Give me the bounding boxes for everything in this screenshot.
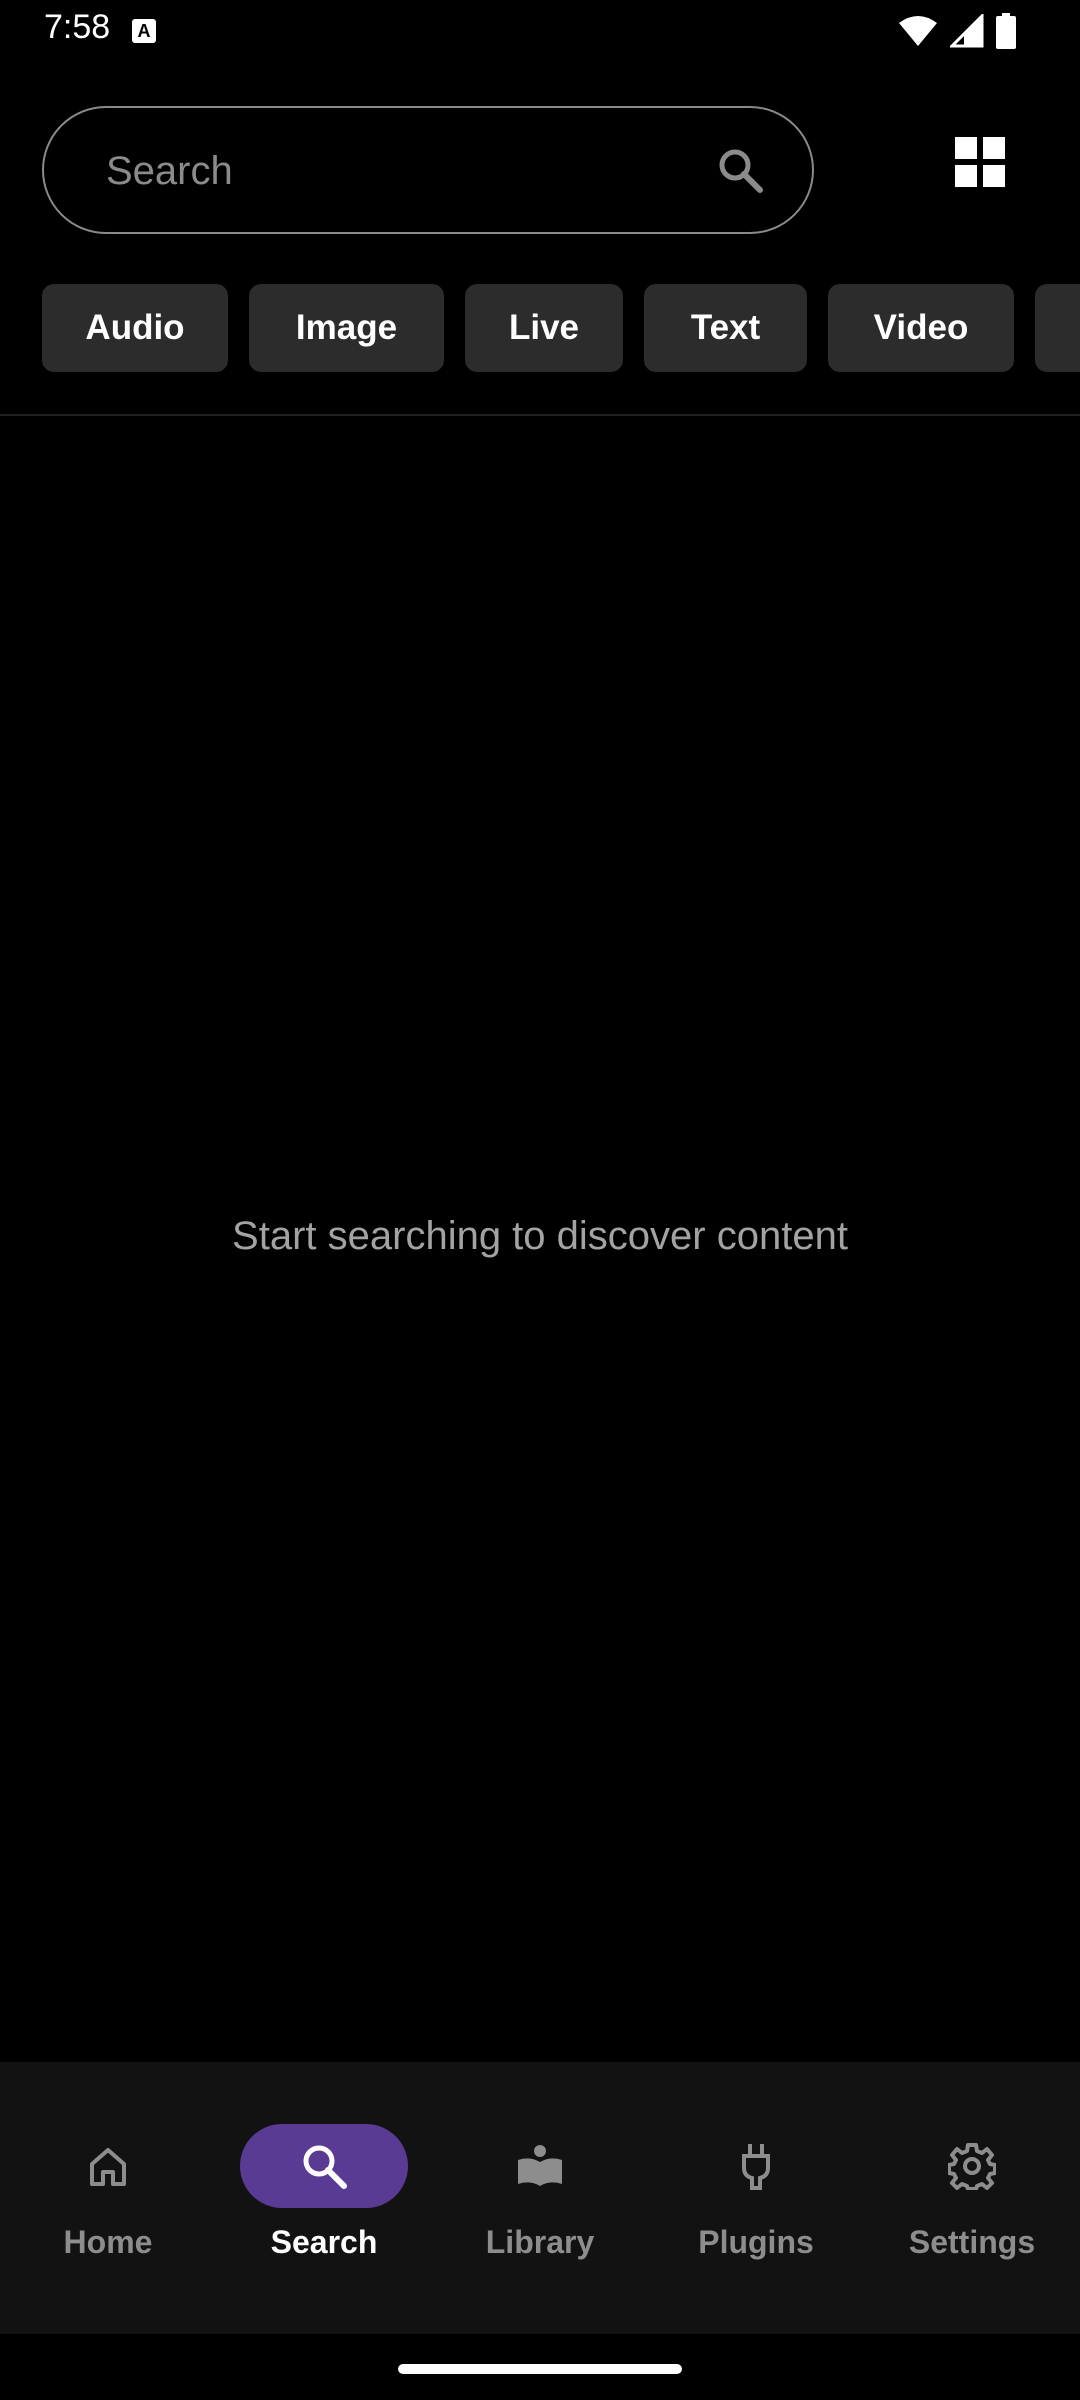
nav-label-home: Home (63, 2224, 153, 2260)
wifi-icon (899, 16, 937, 46)
nav-label-library: Library (485, 2224, 595, 2260)
bottom-navigation: Home Search Library Plugins Settings (0, 2062, 1080, 2334)
home-icon (90, 2148, 126, 2186)
grid-view-icon[interactable] (955, 137, 1005, 187)
library-icon (518, 2145, 562, 2186)
status-time: 7:58 (44, 8, 111, 46)
nav-label-plugins: Plugins (698, 2224, 814, 2260)
chip-text[interactable]: Text (644, 284, 807, 372)
chip-video[interactable]: Video (828, 284, 1014, 372)
plug-icon (742, 2144, 770, 2190)
chip-more[interactable] (1035, 284, 1080, 372)
nav-item-home[interactable]: Home (0, 2092, 216, 2292)
signal-icon (950, 14, 984, 48)
nav-item-search[interactable]: Search (216, 2092, 432, 2292)
nav-item-settings[interactable]: Settings (864, 2092, 1080, 2292)
nav-label-search: Search (270, 2224, 378, 2260)
status-bar: 7:58 A (0, 0, 1080, 62)
chip-image[interactable]: Image (249, 284, 444, 372)
battery-icon (996, 13, 1016, 49)
gear-icon (948, 2143, 996, 2190)
nav-label-settings: Settings (908, 2224, 1036, 2260)
search-input[interactable] (104, 108, 728, 234)
status-icons (898, 12, 1016, 50)
chip-live[interactable]: Live (465, 284, 623, 372)
chip-audio[interactable]: Audio (42, 284, 228, 372)
nav-item-plugins[interactable]: Plugins (648, 2092, 864, 2292)
search-field[interactable] (42, 106, 814, 234)
divider (0, 414, 1080, 416)
search-icon (303, 2145, 347, 2189)
nav-item-library[interactable]: Library (432, 2092, 648, 2292)
empty-state-message: Start searching to discover content (232, 1214, 848, 1258)
gesture-bar[interactable] (398, 2364, 682, 2374)
filter-chips: Audio Image Live Text Video (42, 284, 1080, 372)
search-icon[interactable] (716, 146, 764, 194)
a-badge-icon: A (132, 19, 156, 43)
